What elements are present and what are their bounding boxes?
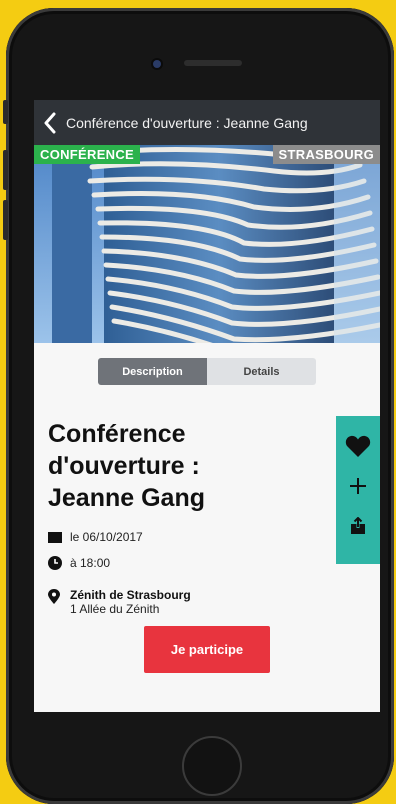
volume-down-button (3, 200, 8, 240)
event-title: Conférence d'ouverture : Jeanne Gang (48, 418, 338, 514)
navigation-bar: Conférence d'ouverture : Jeanne Gang (34, 100, 380, 145)
city-badge: STRASBOURG (272, 145, 380, 164)
back-button[interactable] (34, 100, 66, 145)
event-title-line-3: Jeanne Gang (48, 484, 205, 512)
calendar-icon (48, 531, 66, 543)
heart-icon (345, 435, 371, 457)
clock-icon (48, 556, 66, 570)
event-time: à 18:00 (70, 556, 111, 570)
tab-bar: Description Details (98, 358, 316, 385)
app-screen: Conférence d'ouverture : Jeanne Gang CON… (34, 100, 380, 712)
mute-switch (3, 100, 8, 124)
add-to-agenda-button[interactable] (336, 466, 380, 506)
building-photo (34, 145, 380, 343)
favorite-button[interactable] (336, 426, 380, 466)
category-badge: CONFÉRENCE (34, 145, 141, 164)
share-button[interactable] (336, 506, 380, 546)
event-date-row: le 06/10/2017 (48, 530, 143, 544)
tab-details[interactable]: Details (207, 358, 316, 385)
volume-up-button (3, 150, 8, 190)
event-hero-image: CONFÉRENCE STRASBOURG (34, 145, 380, 343)
front-camera (153, 60, 161, 68)
location-pin-icon (48, 588, 66, 604)
page-title: Conférence d'ouverture : Jeanne Gang (66, 114, 308, 131)
event-time-row: à 18:00 (48, 556, 110, 570)
participate-button[interactable]: Je participe (144, 626, 270, 673)
event-title-line-1: Conférence (48, 420, 186, 448)
plus-icon (350, 478, 366, 494)
venue-address: 1 Allée du Zénith (70, 602, 160, 616)
share-icon (351, 517, 365, 534)
event-title-line-2: d'ouverture : (48, 452, 200, 480)
event-venue-row: Zénith de Strasbourg 1 Allée du Zénith (48, 588, 191, 616)
earpiece-speaker (184, 60, 242, 66)
venue-name: Zénith de Strasbourg (70, 588, 191, 602)
home-button[interactable] (182, 736, 242, 796)
event-date: le 06/10/2017 (70, 530, 143, 544)
action-rail (336, 416, 380, 564)
tab-description[interactable]: Description (98, 358, 207, 385)
chevron-left-icon (44, 112, 56, 133)
